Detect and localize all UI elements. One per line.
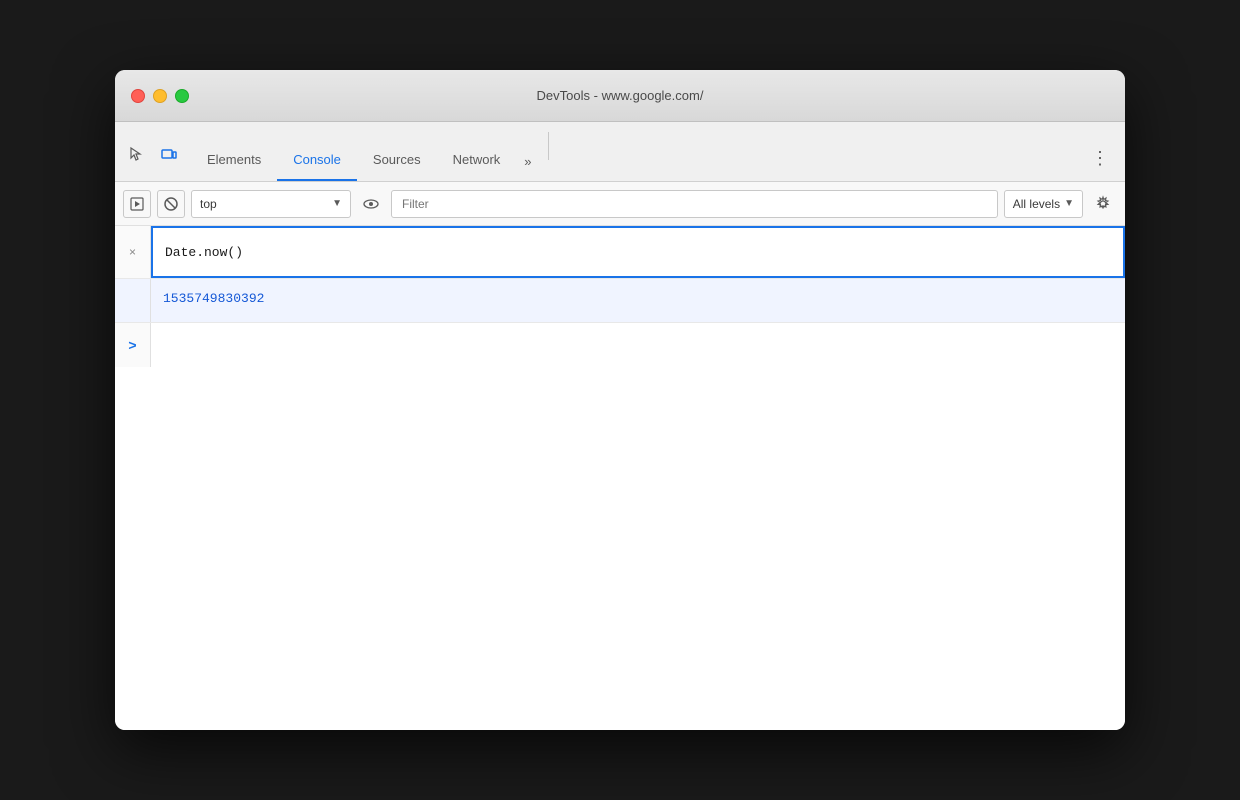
prompt-gutter: > bbox=[115, 323, 151, 367]
close-button[interactable] bbox=[131, 89, 145, 103]
title-bar: DevTools - www.google.com/ bbox=[115, 70, 1125, 122]
block-icon bbox=[163, 196, 179, 212]
context-arrow: ▼ bbox=[332, 198, 342, 209]
context-value: top bbox=[200, 197, 328, 211]
gear-icon bbox=[1094, 195, 1112, 213]
input-gutter: × bbox=[115, 226, 151, 278]
traffic-lights bbox=[131, 89, 189, 103]
output-gutter bbox=[115, 279, 151, 322]
console-input[interactable] bbox=[151, 226, 1125, 278]
tab-network[interactable]: Network bbox=[437, 144, 517, 181]
window-title: DevTools - www.google.com/ bbox=[537, 88, 704, 103]
levels-selector[interactable]: All levels ▼ bbox=[1004, 190, 1083, 218]
device-icon bbox=[160, 146, 178, 164]
context-selector[interactable]: top ▼ bbox=[191, 190, 351, 218]
tab-icons bbox=[123, 141, 183, 181]
device-toggle-btn[interactable] bbox=[155, 141, 183, 169]
clear-input-btn[interactable]: × bbox=[129, 245, 136, 259]
eye-icon bbox=[362, 195, 380, 213]
devtools-tabs-bar: Elements Console Sources Network » ⋮ bbox=[115, 122, 1125, 182]
tab-divider bbox=[548, 132, 549, 160]
tab-sources[interactable]: Sources bbox=[357, 144, 437, 181]
inspector-icon bbox=[128, 146, 146, 164]
maximize-button[interactable] bbox=[175, 89, 189, 103]
console-output-row: 1535749830392 bbox=[115, 279, 1125, 323]
console-toolbar: top ▼ All levels ▼ bbox=[115, 182, 1125, 226]
settings-btn[interactable] bbox=[1089, 190, 1117, 218]
minimize-button[interactable] bbox=[153, 89, 167, 103]
console-input-row: × bbox=[115, 226, 1125, 279]
levels-value: All levels bbox=[1013, 197, 1060, 211]
execute-btn[interactable] bbox=[123, 190, 151, 218]
prompt-chevron: > bbox=[128, 337, 136, 353]
execute-icon bbox=[130, 197, 144, 211]
tab-console[interactable]: Console bbox=[277, 144, 357, 181]
devtools-window: DevTools - www.google.com/ Elements Cons… bbox=[115, 70, 1125, 730]
eye-btn[interactable] bbox=[357, 190, 385, 218]
block-btn[interactable] bbox=[157, 190, 185, 218]
filter-input[interactable] bbox=[391, 190, 998, 218]
tab-more-btn[interactable]: » bbox=[516, 146, 539, 181]
console-prompt-input[interactable] bbox=[151, 323, 1125, 367]
levels-arrow: ▼ bbox=[1064, 198, 1074, 209]
devtools-menu-btn[interactable]: ⋮ bbox=[1083, 140, 1117, 181]
console-prompt-row: > bbox=[115, 323, 1125, 367]
inspector-icon-btn[interactable] bbox=[123, 141, 151, 169]
console-area: × 1535749830392 > bbox=[115, 226, 1125, 730]
console-output-value: 1535749830392 bbox=[151, 279, 276, 322]
tab-elements[interactable]: Elements bbox=[191, 144, 277, 181]
